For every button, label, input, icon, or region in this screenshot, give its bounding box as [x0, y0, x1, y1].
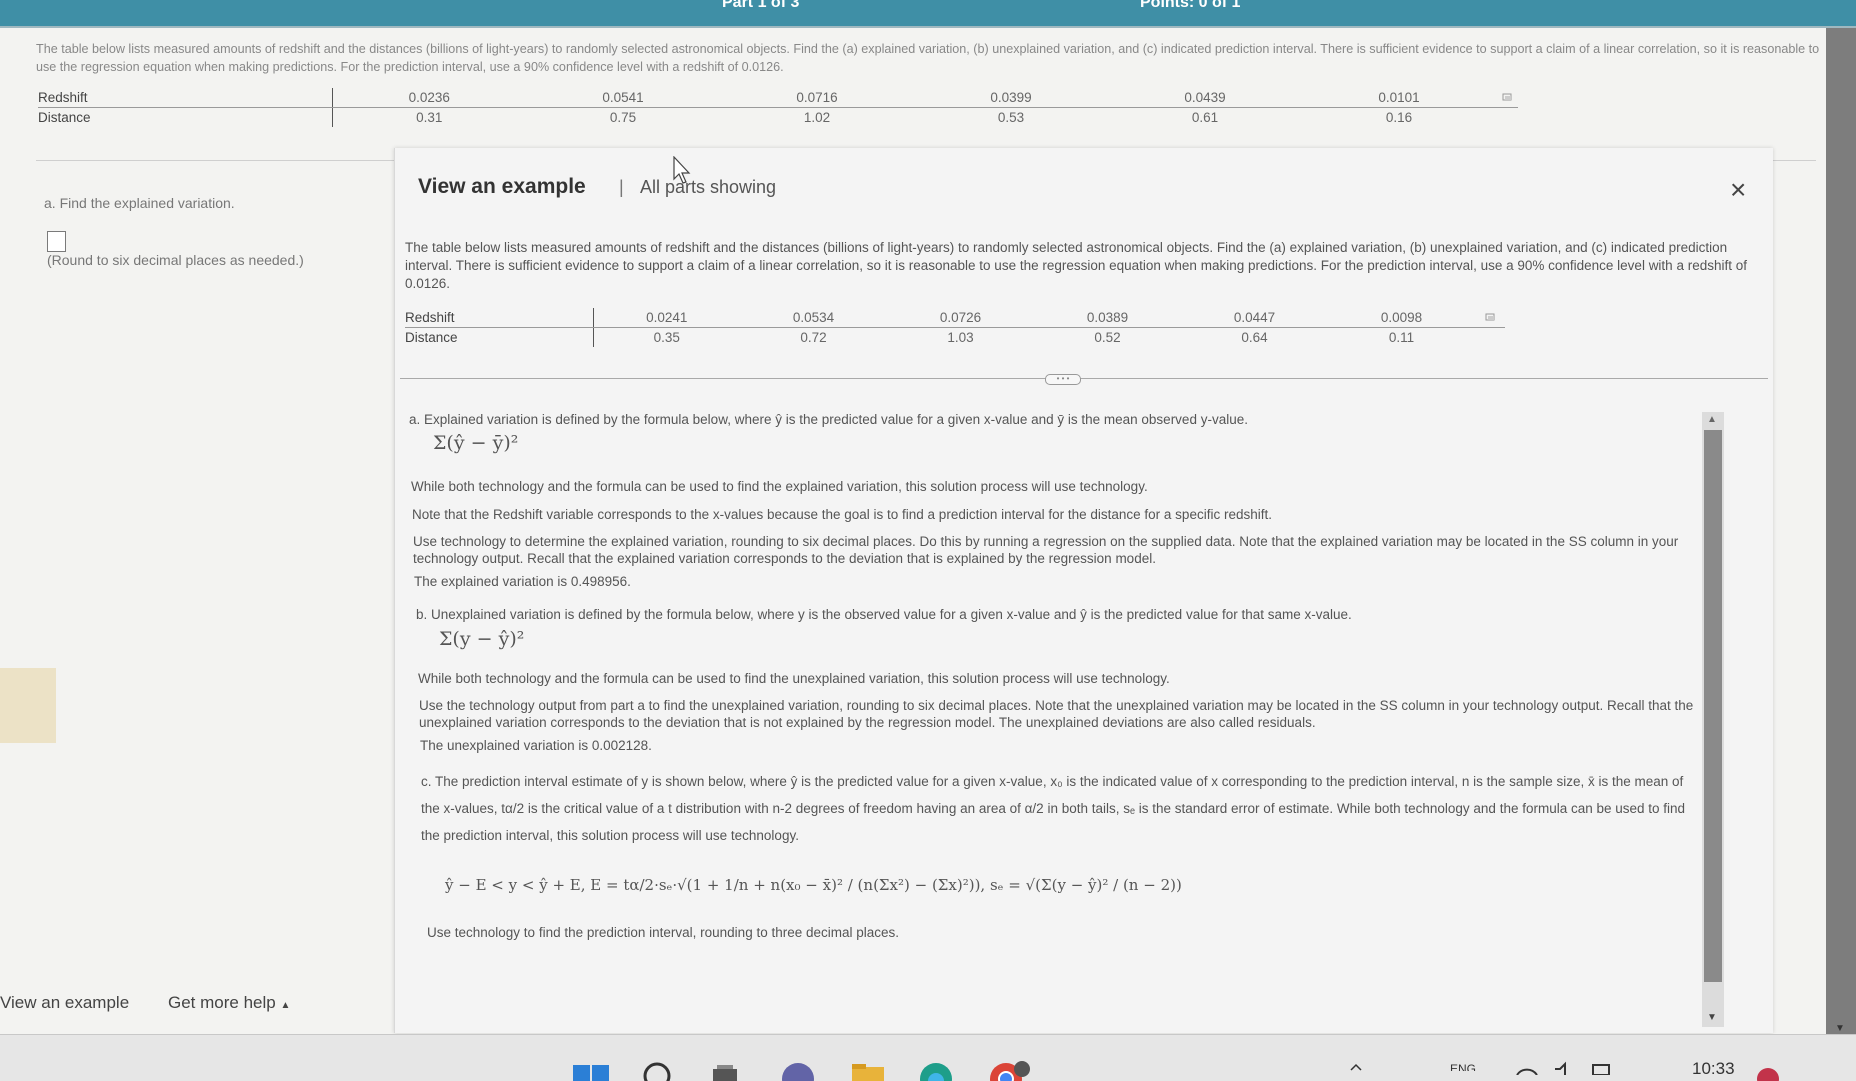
- points-indicator: Points: 0 of 1: [1140, 0, 1241, 11]
- table-cell: 0.31: [331, 107, 526, 127]
- round-note: (Round to six decimal places as needed.): [47, 252, 304, 268]
- part-a-redshift-note: Note that the Redshift variable correspo…: [412, 507, 1272, 522]
- part-a-definition: a. Explained variation is defined by the…: [409, 412, 1248, 427]
- copy-data-icon[interactable]: [1496, 88, 1518, 108]
- table-cell: 0.0399: [914, 88, 1108, 108]
- close-icon[interactable]: ×: [1730, 176, 1746, 204]
- copy-data-icon[interactable]: [1475, 308, 1505, 328]
- get-more-help-label: Get more help: [168, 993, 276, 1012]
- explained-variation-formula: Σ(ŷ − ȳ)²: [433, 432, 519, 454]
- volume-icon[interactable]: [1553, 1061, 1577, 1075]
- part-c-definition: c. The prediction interval estimate of y…: [421, 774, 1686, 843]
- start-icon[interactable]: [573, 1061, 609, 1081]
- svg-text:ENG: ENG: [1450, 1062, 1476, 1071]
- title-separator: |: [619, 177, 624, 197]
- table-cell: 0.16: [1385, 110, 1413, 125]
- get-more-help-link[interactable]: Get more help ▲: [168, 993, 290, 1013]
- prediction-interval-formula: ŷ − E < y < ŷ + E, E = tα/2·sₑ·√(1 + 1/n…: [445, 876, 1182, 894]
- example-data-table: Redshift 0.0241 0.0534 0.0726 0.0389 0.0…: [405, 308, 1505, 347]
- solution-scrollbar[interactable]: ▲ ▼: [1702, 412, 1724, 1027]
- data-table: Redshift 0.0236 0.0541 0.0716 0.0399 0.0…: [38, 88, 1518, 127]
- part-indicator: Part 1 of 3: [722, 0, 800, 11]
- table-cell: 0.35: [592, 327, 740, 347]
- table-cell: 0.11: [1388, 330, 1415, 345]
- table-cell: 0.72: [800, 330, 827, 345]
- scroll-down-icon[interactable]: ▼: [1835, 1023, 1845, 1034]
- scroll-thumb[interactable]: [1704, 430, 1722, 982]
- caret-up-icon: ▲: [280, 1000, 291, 1011]
- example-dialog: View an example | All parts showing × Th…: [394, 148, 1773, 1033]
- table-cell: 0.0726: [887, 308, 1034, 328]
- mouse-cursor-icon: [673, 156, 691, 184]
- part-a-technology-note: While both technology and the formula ca…: [411, 479, 1148, 494]
- battery-icon[interactable]: [1590, 1061, 1614, 1075]
- table-cell: 0.0447: [1181, 308, 1328, 328]
- part-a-instructions: Use technology to determine the explaine…: [413, 534, 1679, 566]
- distance-label: Distance: [38, 110, 91, 125]
- chevron-up-icon[interactable]: [1350, 1061, 1362, 1071]
- part-b-definition: b. Unexplained variation is defined by t…: [416, 607, 1352, 622]
- distance-label: Distance: [405, 330, 458, 345]
- part-b-technology-note: While both technology and the formula ca…: [418, 671, 1170, 686]
- part-a-result: The explained variation is 0.498956.: [414, 574, 631, 589]
- table-cell: 0.52: [1094, 330, 1121, 345]
- table-cell: 0.0439: [1108, 88, 1302, 108]
- task-view-icon[interactable]: [710, 1061, 740, 1081]
- part-a-label: a. Find the explained variation.: [44, 195, 235, 211]
- language-indicator-icon[interactable]: ENG: [1450, 1061, 1490, 1071]
- table-cell: 0.53: [997, 110, 1025, 125]
- table-cell: 0.75: [609, 110, 637, 125]
- redshift-label: Redshift: [405, 308, 593, 328]
- example-question-text: The table below lists measured amounts o…: [405, 240, 1747, 291]
- all-parts-showing[interactable]: All parts showing: [640, 177, 776, 198]
- panel-divider: [400, 378, 1768, 379]
- edge-browser-icon[interactable]: [918, 1061, 954, 1081]
- resize-handle[interactable]: • • •: [1045, 374, 1081, 385]
- scroll-down-icon[interactable]: ▼: [1707, 1012, 1717, 1023]
- top-header-bar: Part 1 of 3 Points: 0 of 1: [0, 0, 1856, 26]
- part-c-instructions: Use technology to find the prediction in…: [427, 925, 900, 940]
- table-cell: 0.61: [1191, 110, 1219, 125]
- file-explorer-icon[interactable]: [850, 1061, 886, 1081]
- table-cell: 0.0098: [1328, 308, 1475, 328]
- answer-highlight-bar: [0, 668, 56, 743]
- taskbar-clock[interactable]: 10:33: [1692, 1059, 1735, 1079]
- part-b-instructions: Use the technology output from part a to…: [419, 698, 1694, 730]
- table-cell: 0.0236: [331, 88, 526, 108]
- answer-input-box[interactable]: [47, 231, 66, 252]
- page-scrollbar[interactable]: ▼: [1826, 28, 1856, 1034]
- taskbar: ENG 10:33: [0, 1034, 1856, 1081]
- notification-icon[interactable]: [1755, 1061, 1781, 1081]
- unexplained-variation-formula: Σ(y − ŷ)²: [439, 628, 525, 650]
- table-cell: 0.0101: [1302, 88, 1496, 108]
- table-cell: 1.03: [947, 330, 974, 345]
- redshift-label: Redshift: [38, 88, 332, 108]
- table-cell: 0.0716: [720, 88, 914, 108]
- view-example-link[interactable]: View an example: [0, 993, 129, 1013]
- table-cell: 1.02: [803, 110, 831, 125]
- table-cell: 0.0241: [592, 308, 740, 328]
- wifi-icon[interactable]: [1515, 1061, 1539, 1075]
- dialog-title: View an example: [418, 175, 586, 198]
- table-cell: 0.0534: [740, 308, 887, 328]
- part-b-result: The unexplained variation is 0.002128.: [420, 738, 652, 753]
- table-cell: 0.0541: [526, 88, 720, 108]
- search-icon[interactable]: [642, 1061, 672, 1081]
- chat-icon[interactable]: [780, 1061, 816, 1081]
- scroll-up-icon[interactable]: ▲: [1707, 414, 1717, 425]
- table-cell: 0.0389: [1034, 308, 1181, 328]
- table-cell: 0.64: [1241, 330, 1268, 345]
- question-text: The table below lists measured amounts o…: [36, 42, 1820, 74]
- chrome-browser-icon[interactable]: [988, 1061, 1038, 1081]
